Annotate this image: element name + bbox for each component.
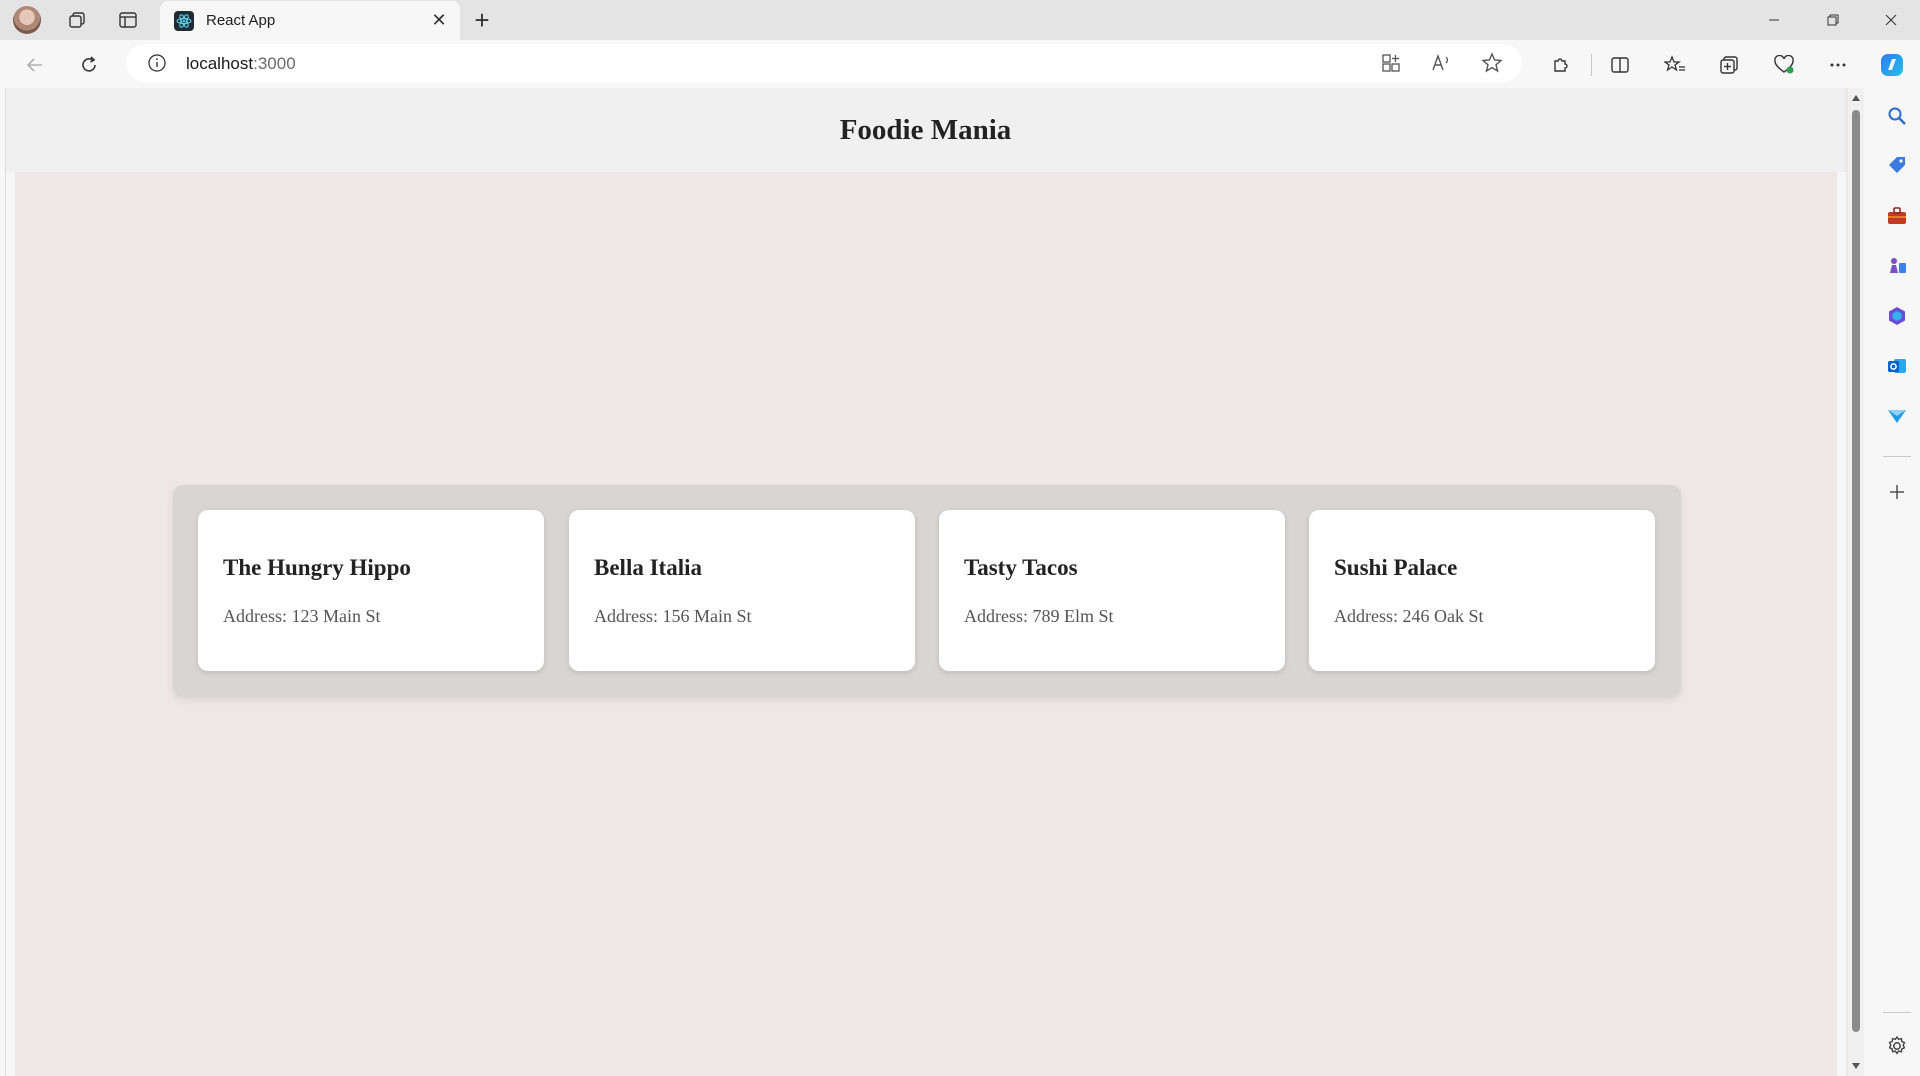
url-port: :3000	[253, 54, 296, 73]
url-host: localhost	[186, 54, 254, 73]
restaurant-address: Address: 789 Elm St	[964, 606, 1114, 626]
profile-avatar[interactable]	[13, 6, 41, 34]
scroll-up-icon[interactable]	[1850, 92, 1862, 104]
page-title: Foodie Mania	[839, 113, 1012, 146]
split-screen-icon[interactable]	[1605, 50, 1635, 80]
workspaces-icon[interactable]	[64, 6, 92, 34]
restaurant-address: Address: 246 Oak St	[1334, 606, 1484, 626]
tab-title: React App	[206, 12, 276, 29]
app-header: Foodie Mania	[6, 88, 1845, 172]
search-icon[interactable]	[1885, 104, 1909, 128]
settings-icon[interactable]	[1885, 1034, 1909, 1058]
scroll-down-icon[interactable]	[1850, 1060, 1862, 1072]
games-icon[interactable]	[1885, 254, 1909, 278]
restaurant-list: The Hungry Hippo Address: 123 Main St Be…	[173, 485, 1681, 697]
close-tab-icon[interactable]: ✕	[428, 10, 450, 32]
microsoft365-icon[interactable]	[1885, 304, 1909, 328]
react-logo-icon	[174, 10, 194, 31]
collections-icon[interactable]	[1714, 50, 1744, 80]
favorite-star-icon[interactable]	[1481, 52, 1503, 74]
vertical-tabs-icon[interactable]	[114, 6, 142, 34]
app-available-icon[interactable]	[1380, 52, 1402, 74]
restaurant-name: The Hungry Hippo	[223, 555, 411, 580]
close-window-button[interactable]	[1864, 0, 1918, 40]
extensions-icon[interactable]	[1545, 50, 1575, 80]
scroll-thumb[interactable]	[1852, 110, 1860, 1032]
read-aloud-icon[interactable]	[1431, 52, 1453, 74]
restaurant-card[interactable]: Bella Italia Address: 156 Main St	[569, 510, 915, 671]
info-icon[interactable]	[146, 52, 168, 74]
add-icon[interactable]	[1885, 480, 1909, 504]
restaurant-card[interactable]: The Hungry Hippo Address: 123 Main St	[198, 510, 544, 671]
shopping-icon[interactable]	[1885, 154, 1909, 178]
sidebar-divider	[1883, 456, 1911, 457]
restore-button[interactable]	[1806, 0, 1860, 40]
address-bar[interactable]: localhost:3000	[126, 44, 1522, 82]
right-margin	[1837, 172, 1846, 1076]
restaurant-address: Address: 156 Main St	[594, 606, 752, 626]
refresh-icon[interactable]	[74, 50, 104, 80]
left-margin	[6, 172, 15, 1076]
send-icon[interactable]	[1885, 404, 1909, 428]
favorites-icon[interactable]	[1660, 50, 1690, 80]
more-icon[interactable]	[1823, 50, 1853, 80]
outlook-icon[interactable]	[1885, 354, 1909, 378]
tools-icon[interactable]	[1885, 204, 1909, 228]
sidebar-divider	[1883, 1012, 1911, 1013]
tab-strip: React App ✕ +	[0, 0, 1920, 40]
browser-essentials-icon[interactable]	[1769, 50, 1799, 80]
restaurant-name: Bella Italia	[594, 555, 702, 580]
toolbar-divider	[1591, 54, 1592, 76]
tab-react-app[interactable]: React App ✕	[160, 1, 460, 40]
back-icon[interactable]	[20, 50, 50, 80]
vertical-scrollbar[interactable]	[1848, 88, 1864, 1076]
restaurant-address: Address: 123 Main St	[223, 606, 381, 626]
url-text[interactable]: localhost:3000	[186, 54, 296, 74]
restaurant-card[interactable]: Sushi Palace Address: 246 Oak St	[1309, 510, 1655, 671]
edge-sidebar	[1874, 88, 1920, 1076]
copilot-icon[interactable]	[1877, 50, 1907, 80]
restaurant-card[interactable]: Tasty Tacos Address: 789 Elm St	[939, 510, 1285, 671]
page-viewport: Foodie Mania The Hungry Hippo Address: 1…	[5, 88, 1849, 1076]
new-tab-button[interactable]: +	[468, 5, 496, 35]
restaurant-name: Sushi Palace	[1334, 555, 1458, 580]
restaurant-name: Tasty Tacos	[964, 555, 1078, 580]
minimize-button[interactable]	[1747, 0, 1801, 40]
